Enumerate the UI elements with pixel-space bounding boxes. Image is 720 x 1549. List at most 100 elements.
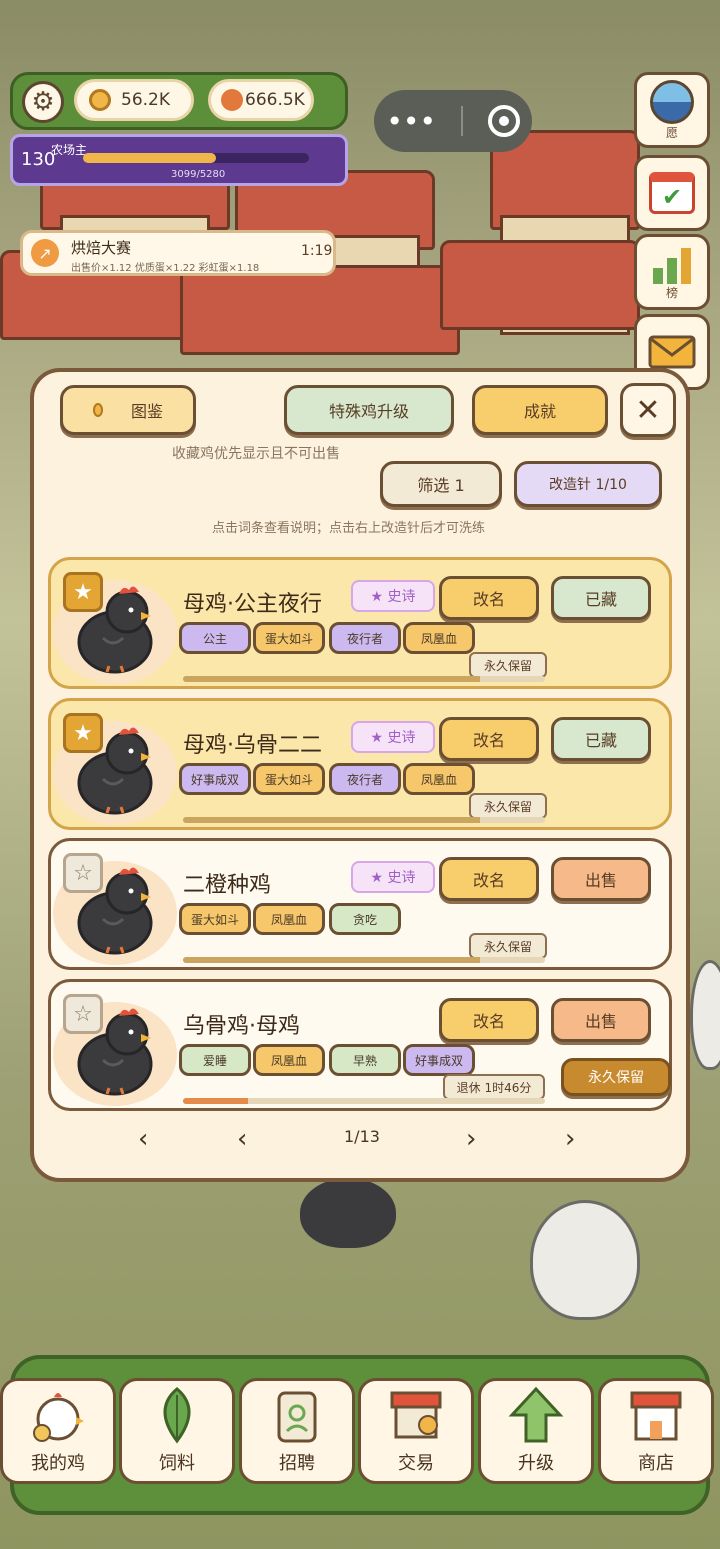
reforge-needle-button[interactable]: 改造针 1/10 [514,461,662,507]
close-icon[interactable]: ✕ [620,383,676,437]
action-label: 出售 [584,871,617,890]
trait-tag[interactable]: 好事成双 [403,1044,475,1076]
chicken-name: 二橙种鸡 [183,873,272,898]
nav-label: 招聘 [279,1453,315,1474]
rename-button[interactable]: 改名 [439,857,539,901]
trait-tag[interactable]: 早熟 [329,1044,401,1076]
nav-shop[interactable]: 商店 [598,1378,714,1484]
event-title: 烘焙大赛 [71,239,132,257]
trait-tag[interactable]: 好事成双 [179,763,251,795]
collected-button[interactable]: 已藏 [551,576,651,620]
bar-chart-icon [653,247,691,284]
miniprogram-capsule: ••• [374,90,532,152]
tab-special-label: 特殊鸡升级 [328,402,409,421]
id-badge-icon [267,1385,327,1445]
growth-progress [183,957,545,963]
last-page-icon[interactable]: › [565,1124,575,1154]
xp-text: 3099/5280 [171,169,226,180]
mail-icon [648,335,696,369]
level-bar: 130 农场主 3099/5280 [10,134,348,186]
trait-tag[interactable]: 凤凰血 [253,903,325,935]
collected-button[interactable]: 已藏 [551,717,651,761]
trait-tag[interactable]: 爱睡 [179,1044,251,1076]
action-label: 已藏 [584,731,617,750]
xp-track [83,153,309,163]
up-arrow-icon [506,1385,566,1445]
side-button-ranking[interactable]: 榜 [634,234,710,310]
trait-tag[interactable]: 蛋大如斗 [253,763,325,795]
coin-value: 56.2K [121,90,170,110]
chicken-card[interactable]: ★ 母鸡·乌骨二二 ★ 史诗 改名 已藏 好事成双 蛋大如斗 夜行者 凤凰血 永久保留 [48,698,672,830]
rename-label: 改名 [472,871,505,890]
capsule-divider [460,106,463,136]
rename-button[interactable]: 改名 [439,717,539,761]
shop-icon [626,1385,686,1445]
tab-collection-label: 图鉴 [130,402,163,421]
trait-tag[interactable]: 夜行者 [329,763,401,795]
retire-timer: 退休 1时46分 [443,1074,545,1100]
trait-tag[interactable]: 凤凰血 [253,1044,325,1076]
side-button-checkin[interactable]: ✔ [634,155,710,231]
trait-tag[interactable]: 公主 [179,622,251,654]
rarity-badge: ★ 史诗 [351,861,435,893]
chicken-card[interactable]: ☆ 乌骨鸡·母鸡 改名 出售 爱睡 凤凰血 早熟 好事成双 退休 1时46分 永久保留 [48,979,672,1111]
rename-label: 改名 [472,1012,505,1031]
page-indicator: 1/13 [344,1127,380,1146]
nav-id-badge[interactable]: 招聘 [239,1378,355,1484]
event-timer: 1:19 [301,243,333,259]
more-icon[interactable]: ••• [386,105,436,138]
trait-tag[interactable]: 夜行者 [329,622,401,654]
nav-leaf[interactable]: 饲料 [119,1378,235,1484]
rarity-badge: ★ 史诗 [351,721,435,753]
chicken-card[interactable]: ★ 母鸡·公主夜行 ★ 史诗 改名 已藏 公主 蛋大如斗 夜行者 凤凰血 永久保留 [48,557,672,689]
favorite-star-icon[interactable]: ★ [63,713,103,753]
tab-collection[interactable]: 图鉴 [60,385,196,435]
trait-tag[interactable]: 凤凰血 [403,763,475,795]
prev-page-icon[interactable]: ‹ [237,1124,247,1154]
first-page-icon[interactable]: ‹ [138,1124,148,1154]
settings-gear-icon[interactable]: ⚙ [22,81,64,123]
sell-button[interactable]: 出售 [551,857,651,901]
tab-special-upgrade[interactable]: 特殊鸡升级 [284,385,454,435]
close-miniprogram-icon[interactable] [487,105,520,137]
side-button-label: 愿 [665,125,678,140]
trait-tag[interactable]: 蛋大如斗 [253,622,325,654]
gem-value: 666.5K [245,90,305,110]
favorite-star-icon[interactable]: ☆ [63,994,103,1034]
permanent-keep-badge: 永久保留 [469,793,547,819]
trait-tag[interactable]: 蛋大如斗 [179,903,251,935]
filter-button[interactable]: 筛选 1 [380,461,502,507]
growth-progress-fill [183,957,480,963]
side-button-wish[interactable]: 愿 [634,72,710,148]
growth-progress [183,817,545,823]
nav-up-arrow[interactable]: 升级 [478,1378,594,1484]
growth-progress-fill [183,817,480,823]
gem-icon [221,89,243,111]
coin-icon [89,89,111,111]
trend-up-icon: ↗ [31,239,59,267]
rarity-badge: ★ 史诗 [351,580,435,612]
trait-tag[interactable]: 贪吃 [329,903,401,935]
favorite-star-icon[interactable]: ☆ [63,853,103,893]
tab-achievement[interactable]: 成就 [472,385,608,435]
next-page-icon[interactable]: › [466,1124,476,1154]
favorite-star-icon[interactable]: ★ [63,572,103,612]
chicken-name: 母鸡·公主夜行 [183,592,322,617]
permanent-keep-button[interactable]: 永久保留 [561,1058,671,1096]
xp-fill [83,153,216,163]
permanent-keep-badge: 永久保留 [469,933,547,959]
nav-label: 升级 [518,1453,554,1474]
trait-tag[interactable]: 凤凰血 [403,622,475,654]
event-banner[interactable]: ↗ 烘焙大赛 出售价×1.12 优质蛋×1.22 彩虹蛋×1.18 1:19 [20,230,336,276]
growth-progress [183,676,545,682]
keep-button-label: 永久保留 [588,1070,644,1086]
calendar-check-icon: ✔ [649,172,695,214]
rename-button[interactable]: 改名 [439,576,539,620]
leaf-icon [147,1385,207,1445]
sell-button[interactable]: 出售 [551,998,651,1042]
nav-market-stall[interactable]: 交易 [358,1378,474,1484]
globe-icon [650,79,694,124]
chicken-card[interactable]: ☆ 二橙种鸡 ★ 史诗 改名 出售蛋大如斗 凤凰血 贪吃永久保留 [48,838,672,970]
rename-button[interactable]: 改名 [439,998,539,1042]
nav-chicken[interactable]: 我的鸡 [0,1378,116,1484]
